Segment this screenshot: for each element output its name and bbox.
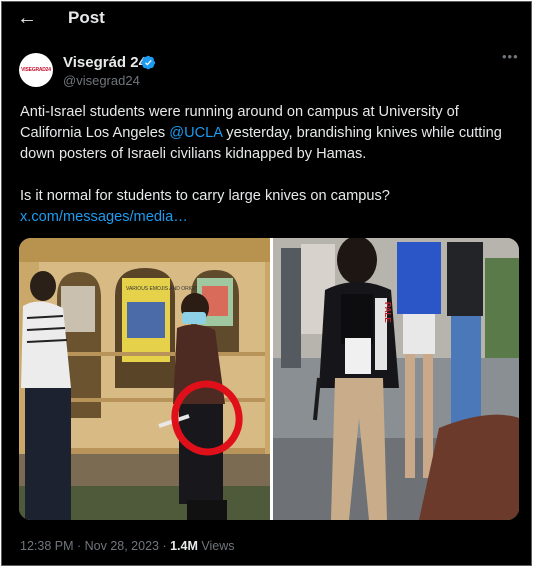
author-name[interactable]: Visegrád 24 (63, 54, 147, 71)
right-photo: PALE (273, 238, 519, 520)
post-media[interactable]: VARIOUS EMOJIS AND ORIGINAL ART PALE (19, 238, 519, 520)
author-handle[interactable]: @visegrad24 (63, 73, 140, 88)
post-paragraph-1: Anti-Israel students were running around… (20, 102, 515, 165)
post-text: Anti-Israel students were running around… (20, 102, 515, 228)
verified-badge-icon (141, 55, 156, 70)
meta-separator: · (73, 539, 85, 553)
left-photo: VARIOUS EMOJIS AND ORIGINAL ART (19, 238, 270, 520)
post-frame: ← Post VISEGRAD24 Visegrád 24 @visegrad2… (1, 1, 532, 566)
media-link[interactable]: x.com/messages/media… (20, 207, 515, 228)
post-time[interactable]: 12:38 PM (20, 539, 74, 553)
media-images: VARIOUS EMOJIS AND ORIGINAL ART PALE (19, 238, 519, 520)
post-meta: 12:38 PM · Nov 28, 2023 · 1.4M Views (20, 539, 234, 553)
avatar[interactable]: VISEGRAD24 (19, 53, 53, 87)
arrow-left-icon[interactable]: ← (16, 7, 38, 29)
post-date[interactable]: Nov 28, 2023 (85, 539, 159, 553)
avatar-logo-text: VISEGRAD24 (21, 67, 51, 73)
page-title: Post (68, 8, 105, 27)
meta-separator-2: · (158, 539, 171, 553)
views-count: 1.4M (170, 539, 198, 553)
views-label: Views (197, 539, 235, 553)
post-paragraph-2: Is it normal for students to carry large… (20, 188, 390, 204)
mention-link[interactable]: @UCLA (169, 125, 222, 141)
scarf-text: PALE (383, 302, 392, 323)
top-bar: ← Post (2, 2, 531, 36)
more-options-icon[interactable]: ••• (502, 50, 522, 66)
